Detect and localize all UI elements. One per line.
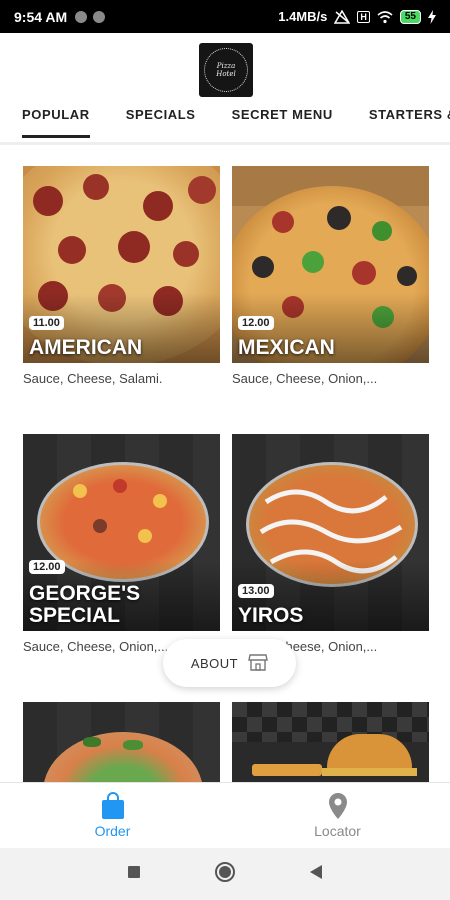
menu-item-card[interactable] xyxy=(232,702,429,782)
pizza-image: 12.00 GEORGE'S SPECIAL xyxy=(23,434,220,631)
item-name: YIROS xyxy=(238,604,304,627)
about-button[interactable]: ABOUT xyxy=(163,639,296,687)
app-header: Pizza Hotel POPULAR SPECIALS SECRET MENU… xyxy=(0,33,450,145)
storefront-icon xyxy=(248,653,268,674)
status-bar: 9:54 AM 1.4MB/s H 55 xyxy=(0,0,450,33)
notification-dot-icon xyxy=(75,10,88,23)
bottom-navigation: Order Locator xyxy=(0,782,450,848)
pizza-image: 12.00 MEXICAN xyxy=(232,166,429,363)
tab-popular[interactable]: POPULAR xyxy=(22,107,90,138)
pizza-image: 11.00 AMERICAN xyxy=(23,166,220,363)
data-saver-icon xyxy=(334,9,351,24)
nav-order-label: Order xyxy=(94,823,131,839)
nav-order[interactable]: Order xyxy=(0,783,225,848)
menu-item-card[interactable]: 12.00 MEXICAN Sauce, Cheese, Onion,... xyxy=(232,166,429,386)
back-icon[interactable] xyxy=(309,864,323,885)
menu-item-card[interactable]: 11.00 AMERICAN Sauce, Cheese, Salami. xyxy=(23,166,220,386)
notification-dot-icon xyxy=(93,10,106,23)
price-badge: 12.00 xyxy=(238,316,274,330)
home-icon[interactable] xyxy=(214,861,236,888)
shopping-bag-icon xyxy=(100,792,126,823)
tab-secret-menu[interactable]: SECRET MENU xyxy=(232,107,333,134)
system-navigation-bar xyxy=(0,848,450,900)
status-time: 9:54 AM xyxy=(14,8,68,25)
about-label: ABOUT xyxy=(190,655,239,671)
nav-locator-label: Locator xyxy=(314,823,361,839)
pizza-image: 13.00 YIROS xyxy=(232,434,429,631)
menu-item-card[interactable] xyxy=(23,702,220,782)
item-description: Sauce, Cheese, Onion,... xyxy=(232,371,378,386)
pizza-image xyxy=(23,702,220,782)
price-badge: 12.00 xyxy=(29,560,65,574)
menu-item-card[interactable]: 12.00 GEORGE'S SPECIAL Sauce, Cheese, On… xyxy=(23,434,220,654)
tab-starters[interactable]: STARTERS & S xyxy=(369,107,450,134)
recent-apps-icon[interactable] xyxy=(127,865,141,884)
category-tabs: POPULAR SPECIALS SECRET MENU STARTERS & … xyxy=(22,107,450,138)
price-badge: 11.00 xyxy=(29,316,64,330)
logo-text: Hotel xyxy=(216,70,236,78)
menu-item-card[interactable]: 13.00 YIROS Sauce, Cheese, Onion,... xyxy=(232,434,429,654)
charging-icon xyxy=(428,9,436,24)
location-pin-icon xyxy=(327,792,349,823)
network-speed: 1.4MB/s xyxy=(278,9,328,24)
price-badge: 13.00 xyxy=(238,584,274,598)
battery-icon: 55 xyxy=(399,9,421,24)
item-name: MEXICAN xyxy=(238,336,335,359)
hd-icon: H xyxy=(357,10,370,23)
restaurant-logo[interactable]: Pizza Hotel xyxy=(199,43,253,97)
menu-grid: 11.00 AMERICAN Sauce, Cheese, Salami. 12… xyxy=(0,166,450,782)
logo-text: Pizza xyxy=(216,62,236,70)
item-name: AMERICAN xyxy=(29,336,143,359)
burger-image xyxy=(232,702,429,782)
wifi-icon xyxy=(377,10,393,24)
item-name: GEORGE'S SPECIAL xyxy=(29,582,141,627)
nav-locator[interactable]: Locator xyxy=(225,783,450,848)
tab-specials[interactable]: SPECIALS xyxy=(126,107,196,134)
item-description: Sauce, Cheese, Salami. xyxy=(23,371,163,386)
